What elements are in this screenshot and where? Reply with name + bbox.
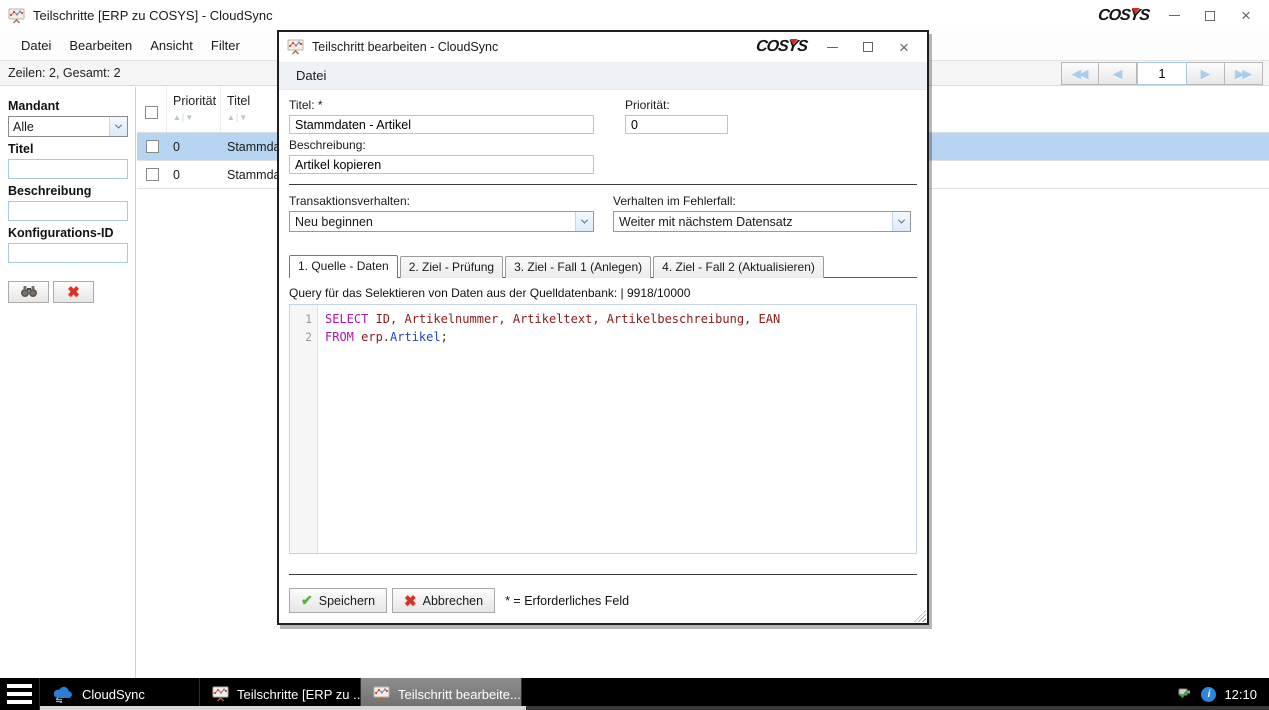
app-chart-board-icon (8, 7, 25, 24)
chevron-down-icon[interactable] (109, 117, 127, 136)
usb-eject-icon[interactable] (1177, 686, 1193, 703)
cancel-button[interactable]: ✖ Abbrechen (392, 588, 495, 613)
dialog-maximize-button[interactable] (853, 35, 883, 59)
separator (289, 184, 917, 185)
filter-input-konfigurations-id[interactable] (8, 243, 128, 263)
row-checkbox[interactable] (137, 140, 167, 153)
check-icon: ✔ (301, 592, 313, 609)
pager-next-button[interactable]: ▶ (1187, 62, 1225, 85)
fehlerfall-label: Verhalten im Fehlerfall: (613, 194, 911, 208)
required-field-note: * = Erforderliches Feld (505, 594, 629, 608)
menu-item-ansicht[interactable]: Ansicht (141, 33, 202, 58)
info-icon[interactable]: i (1201, 687, 1216, 702)
prioritaet-label: Priorität: (625, 98, 728, 112)
sidebar-label-beschreibung: Beschreibung (8, 184, 127, 198)
next-page-icon: ▶ (1201, 67, 1208, 81)
code-line: SELECT ID, Artikelnummer, Artikeltext, A… (325, 310, 916, 328)
row-checkbox[interactable] (137, 168, 167, 181)
first-page-icon: ◀◀ (1072, 67, 1086, 81)
transaktionsverhalten-select[interactable]: Neu beginnen (289, 211, 594, 232)
cloud-sync-icon (52, 685, 74, 703)
tab-4[interactable]: 4. Ziel - Fall 2 (Aktualisieren) (653, 256, 824, 278)
chevron-down-icon[interactable] (892, 212, 910, 231)
code-line: FROM erp.Artikel; (325, 328, 916, 346)
transaktionsverhalten-label: Transaktionsverhalten: (289, 194, 594, 208)
clear-filter-button[interactable]: ✖ (53, 281, 94, 303)
cosys-logo: COSYS (756, 38, 811, 56)
titel-input[interactable] (289, 115, 594, 134)
last-page-icon: ▶▶ (1235, 67, 1249, 81)
cross-icon: ✖ (404, 592, 417, 610)
sidebar-label-konfigurations-id: Konfigurations-ID (8, 226, 127, 240)
filter-input-titel[interactable] (8, 159, 128, 179)
app-chart-board-icon (212, 686, 229, 703)
tab-strip: 1. Quelle - Daten2. Ziel - Prüfung3. Zie… (289, 255, 917, 278)
menu-item-datei[interactable]: Datei (12, 33, 60, 58)
pager-last-button[interactable]: ▶▶ (1225, 62, 1263, 85)
minimize-button[interactable] (1159, 4, 1189, 28)
close-button[interactable]: × (1231, 4, 1261, 28)
fehlerfall-select[interactable]: Weiter mit nächstem Datensatz (613, 211, 911, 232)
tab-1[interactable]: 1. Quelle - Daten (289, 255, 398, 278)
line-number: 2 (290, 328, 317, 346)
binoculars-icon (20, 284, 38, 301)
row-count-status: Zeilen: 2, Gesamt: 2 (8, 66, 121, 80)
menu-item-bearbeiten[interactable]: Bearbeiten (60, 33, 141, 58)
page-number-input[interactable] (1137, 62, 1187, 85)
separator (289, 574, 917, 575)
column-header-prioritaet[interactable]: Priorität ▲|▼ (167, 87, 221, 132)
tab-2[interactable]: 2. Ziel - Prüfung (400, 256, 503, 278)
beschreibung-label: Beschreibung: (289, 138, 917, 152)
dialog-titlebar: Teilschritt bearbeiten - CloudSync COSYS… (279, 32, 927, 62)
filter-sidebar: Mandant Alle Titel Beschreibung Konfigurati… (0, 87, 136, 678)
mandant-select[interactable]: Alle (8, 116, 128, 137)
main-window-title: Teilschritte [ERP zu COSYS] - CloudSync (33, 8, 273, 23)
line-number-gutter: 12 (290, 305, 318, 553)
sidebar-label-mandant: Mandant (8, 99, 127, 113)
dialog-menubar: Datei (279, 62, 927, 90)
sort-icons[interactable]: ▲|▼ (173, 112, 214, 122)
beschreibung-input[interactable] (289, 155, 594, 174)
menu-item-filter[interactable]: Filter (202, 33, 249, 58)
clock[interactable]: 12:10 (1224, 687, 1257, 702)
save-button[interactable]: ✔ Speichern (289, 588, 387, 613)
prioritaet-input[interactable] (625, 115, 728, 134)
line-number: 1 (290, 310, 317, 328)
select-all-checkbox[interactable] (137, 87, 167, 132)
cosys-logo: COSYS (1098, 7, 1153, 25)
tab-3[interactable]: 3. Ziel - Fall 1 (Anlegen) (505, 256, 651, 278)
pager: ◀◀ ◀ ▶ ▶▶ (1061, 62, 1263, 85)
start-menu-icon[interactable] (0, 678, 40, 710)
prev-page-icon: ◀ (1113, 67, 1120, 81)
main-titlebar: Teilschritte [ERP zu COSYS] - CloudSync … (0, 0, 1269, 31)
sidebar-label-titel: Titel (8, 142, 127, 156)
cell-prioritaet: 0 (167, 168, 221, 182)
pager-first-button[interactable]: ◀◀ (1061, 62, 1099, 85)
filter-input-beschreibung[interactable] (8, 201, 128, 221)
dialog-title: Teilschritt bearbeiten - CloudSync (312, 40, 498, 54)
titel-label: Titel: * (289, 98, 594, 112)
cell-prioritaet: 0 (167, 140, 221, 154)
sql-editor[interactable]: 12 SELECT ID, Artikelnummer, Artikeltext… (289, 304, 917, 554)
cross-icon: ✖ (67, 283, 80, 301)
dialog-menu-item-datei[interactable]: Datei (287, 63, 335, 88)
search-button[interactable] (8, 281, 49, 303)
taskbar-edge (526, 706, 1269, 710)
pager-prev-button[interactable]: ◀ (1099, 62, 1137, 85)
maximize-button[interactable] (1195, 4, 1225, 28)
taskbar-edge (40, 706, 526, 710)
query-label: Query für das Selektieren von Daten aus … (289, 286, 917, 300)
app-chart-board-icon (287, 39, 304, 56)
sql-code[interactable]: SELECT ID, Artikelnummer, Artikeltext, A… (318, 305, 916, 553)
dialog-minimize-button[interactable] (817, 35, 847, 59)
chevron-down-icon[interactable] (575, 212, 593, 231)
dialog-close-button[interactable]: × (889, 35, 919, 59)
app-chart-board-icon (373, 686, 390, 703)
edit-dialog: Teilschritt bearbeiten - CloudSync COSYS… (277, 30, 929, 625)
taskbar: CloudSync Teilschritte [ERP zu ... Teils… (0, 678, 1269, 710)
